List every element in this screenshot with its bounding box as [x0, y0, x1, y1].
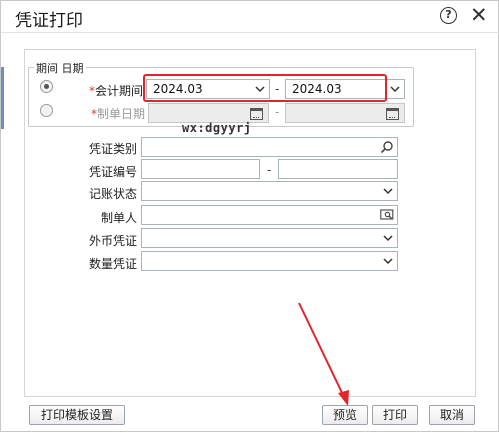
print-button[interactable]: 打印	[372, 405, 418, 425]
lookup-icon[interactable]	[380, 208, 394, 222]
preview-button[interactable]: 预览	[322, 405, 368, 425]
accounting-period-label-text: 会计期间	[94, 84, 143, 98]
accounting-period-label: *会计期间	[81, 82, 143, 99]
period-date-legend: 期间 日期	[34, 60, 86, 76]
document-date-label: *制单日期	[81, 105, 145, 122]
date-range-separator: -	[275, 105, 280, 119]
cancel-button[interactable]: 取消	[429, 405, 475, 425]
print-voucher-dialog: 凭证打印 ? ✕ 期间 日期 *会计期间 2024.03 - 2024.03 *…	[0, 0, 499, 432]
voucher-type-field[interactable]	[141, 137, 398, 157]
dialog-title: 凭证打印	[15, 11, 83, 31]
foreign-currency-select[interactable]	[141, 228, 398, 248]
accounting-period-radio[interactable]	[40, 80, 53, 93]
posting-status-select[interactable]	[141, 181, 398, 201]
voucher-number-from-input[interactable]	[141, 159, 260, 179]
title-divider	[1, 32, 499, 33]
voucher-number-to-input[interactable]	[278, 159, 398, 179]
print-template-settings-button[interactable]: 打印模板设置	[29, 405, 125, 425]
posting-status-label: 记账状态	[88, 187, 137, 201]
help-icon[interactable]: ?	[440, 7, 457, 24]
document-date-label-text: 制单日期	[96, 107, 145, 121]
left-edge-accent	[1, 67, 4, 129]
title-bar: 凭证打印 ? ✕	[1, 1, 499, 32]
creator-field[interactable]	[141, 205, 398, 225]
search-icon[interactable]	[380, 140, 394, 154]
voucher-type-label: 凭证类别	[88, 142, 137, 156]
voucher-number-label: 凭证编号	[88, 165, 137, 179]
voucher-number-separator: -	[267, 163, 272, 177]
document-date-radio[interactable]	[40, 104, 53, 117]
creator-label: 制单人	[100, 211, 137, 225]
date-to-input[interactable]	[285, 103, 405, 123]
quantity-voucher-select[interactable]	[141, 251, 398, 271]
chevron-down-icon[interactable]	[383, 230, 393, 250]
chevron-down-icon[interactable]	[390, 81, 400, 101]
foreign-currency-label: 外币凭证	[88, 234, 137, 248]
close-icon[interactable]: ✕	[470, 4, 488, 26]
quantity-voucher-label: 数量凭证	[88, 257, 137, 271]
annotation-highlight-box	[143, 74, 387, 102]
watermark-text: wx:dgyyrj	[182, 121, 252, 135]
date-from-input[interactable]	[148, 103, 269, 123]
chevron-down-icon[interactable]	[383, 253, 393, 273]
chevron-down-icon[interactable]	[383, 183, 393, 203]
calendar-icon[interactable]	[386, 108, 399, 120]
calendar-icon[interactable]	[250, 108, 263, 120]
